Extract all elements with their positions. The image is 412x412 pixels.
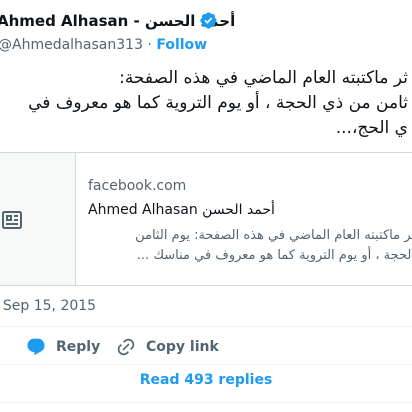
link-icon: [117, 338, 135, 356]
verified-badge-icon: [200, 12, 217, 29]
card-title: Ahmed Alhasan أحمد الحسن: [88, 202, 275, 218]
tweet-text: ثر ماكتبته العام الماضي في هذه الصفحة: ث…: [0, 66, 408, 141]
card-description: ثر ماكتبته العام الماضي في هذه الصفحة: ي…: [0, 226, 412, 266]
copy-link-button[interactable]: Copy link: [116, 336, 219, 358]
divider: [0, 364, 412, 365]
divider: [0, 326, 412, 327]
reply-label: Reply: [56, 339, 101, 355]
tweet-text-line: ثامن من ذي الحجة ، أو يوم التروية كما هو…: [28, 93, 408, 113]
reply-bubble-icon: [27, 338, 45, 356]
tweet-text-line: ثر ماكتبته العام الماضي في هذه الصفحة:: [119, 68, 408, 88]
separator-dot: ·: [147, 37, 152, 53]
tweet-text-line: ي الحج،...: [335, 118, 408, 138]
tweet-date[interactable]: · Sep 15, 2015: [0, 298, 96, 314]
card-domain: facebook.com: [88, 178, 187, 194]
author-handle[interactable]: @Ahmedalhasan313: [0, 37, 143, 53]
read-replies-button[interactable]: Read 493 replies: [0, 372, 412, 394]
date-text: Sep 15, 2015: [2, 298, 97, 314]
author-handle-row: @Ahmedalhasan313 · Follow: [0, 37, 207, 53]
reply-button[interactable]: Reply: [26, 336, 100, 358]
follow-button[interactable]: Follow: [156, 37, 207, 53]
card-description-line: الحجة ، أو يوم التروية كما هو معروف في م…: [136, 248, 412, 263]
card-description-line: ثر ماكتبته العام الماضي في هذه الصفحة: ي…: [135, 228, 412, 243]
copy-link-label: Copy link: [146, 339, 219, 355]
divider: [0, 402, 412, 403]
link-preview-card[interactable]: facebook.com Ahmed Alhasan أحمد الحسن ثر…: [0, 152, 412, 286]
